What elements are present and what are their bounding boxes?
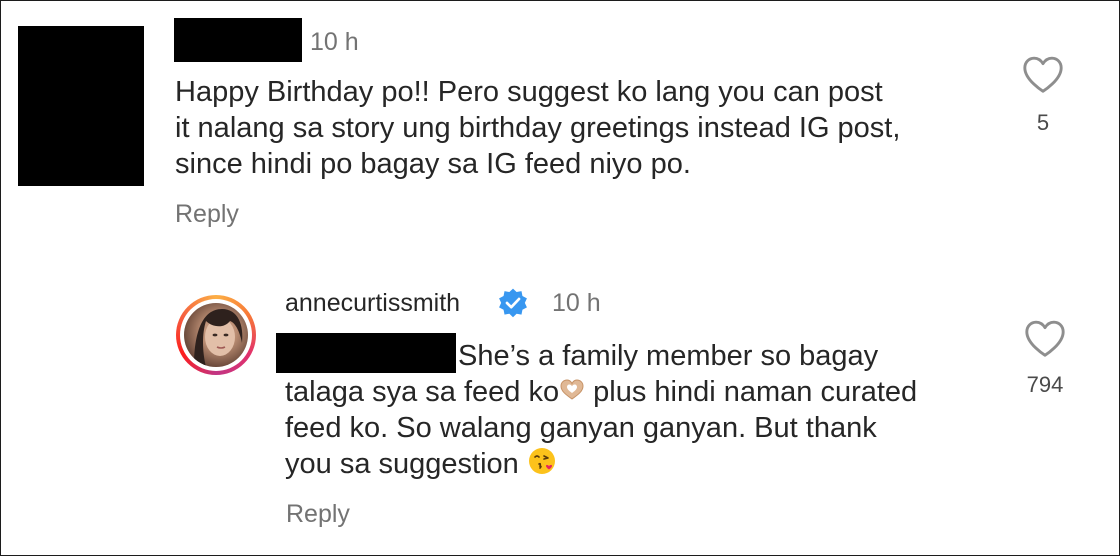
- heart-outline-icon: [1025, 320, 1065, 357]
- profile-photo: [184, 303, 248, 367]
- comment-like-button[interactable]: [1021, 54, 1065, 99]
- comment-text-line-2: it nalang sa story ung birthday greeting…: [175, 112, 901, 144]
- redacted-username: [174, 18, 302, 62]
- redacted-avatar: [18, 26, 144, 186]
- reply-text-line-4: you sa suggestion: [285, 446, 557, 485]
- reply-reply-button[interactable]: Reply: [286, 500, 350, 529]
- comment-text-line-3: since hindi po bagay sa IG feed niyo po.: [175, 148, 691, 180]
- heart-hands-emoji: [559, 375, 585, 411]
- avatar[interactable]: [176, 295, 256, 375]
- reply-text-line-2b: plus hindi naman curated: [585, 376, 918, 408]
- reply-like-button[interactable]: [1023, 318, 1067, 363]
- reply-like-count: 794: [1026, 372, 1064, 397]
- reply-text-line-2: talaga sya sa feed ko plus hindi naman c…: [285, 374, 917, 411]
- reply-text-line-1: She’s a family member so bagay: [458, 340, 879, 372]
- reply-text-line-4a: you sa suggestion: [285, 448, 519, 481]
- comment-like-count: 5: [1036, 110, 1050, 135]
- reply-text-line-3: feed ko. So walang ganyan ganyan. But th…: [285, 412, 877, 444]
- face-blowing-kiss-emoji: [527, 446, 557, 485]
- heart-outline-icon: [1023, 56, 1063, 93]
- reply-username[interactable]: annecurtissmith: [285, 289, 460, 318]
- comment-text-line-1: Happy Birthday po!! Pero suggest ko lang…: [175, 76, 883, 108]
- verified-badge-icon: [497, 287, 529, 324]
- reply-timestamp: 10 h: [552, 289, 601, 317]
- reply-text-line-2a: talaga sya sa feed ko: [285, 376, 560, 408]
- redacted-mention: [276, 333, 456, 373]
- comment-timestamp: 10 h: [310, 28, 359, 56]
- comment-reply-button[interactable]: Reply: [175, 200, 239, 229]
